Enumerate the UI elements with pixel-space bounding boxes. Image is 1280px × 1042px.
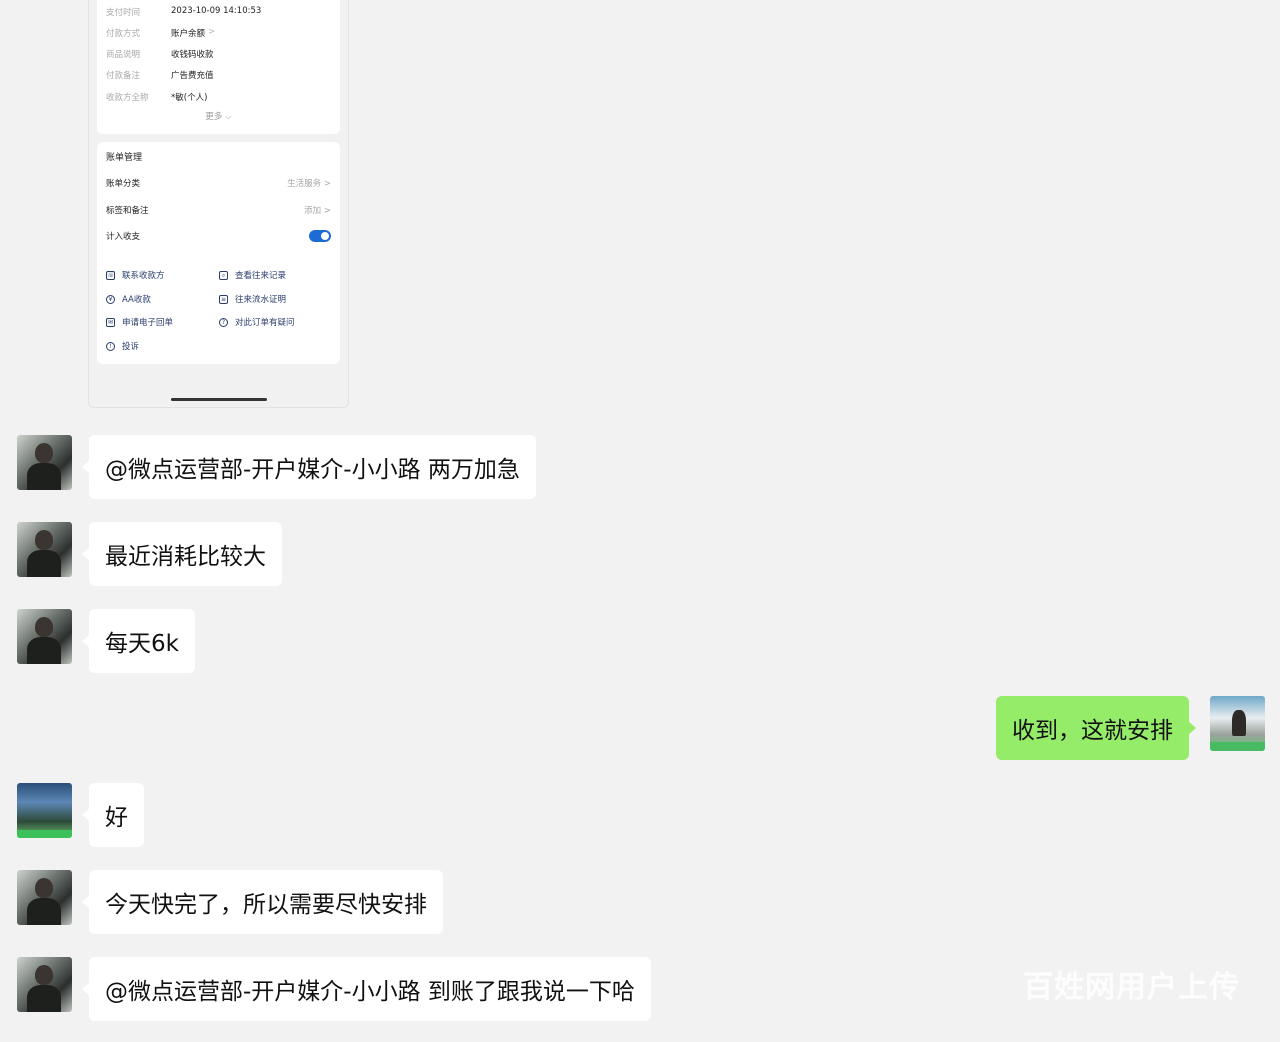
detail-key: 收款方全称 [106, 93, 149, 103]
message-bubble[interactable]: 今天快完了，所以需要尽快安排 [82, 870, 443, 934]
message-bubble[interactable]: @微点运营部-开户媒介-小小路 到账了跟我说一下哈 [82, 957, 651, 1021]
action-label: 申请电子回单 [122, 318, 174, 328]
action-label: 对此订单有疑问 [235, 318, 295, 328]
action-label: 投诉 [122, 342, 140, 352]
detail-row-payee: 收款方全称 *敏(个人) [106, 91, 207, 103]
avatar[interactable] [17, 870, 72, 925]
contact-icon: ☏ [106, 270, 115, 280]
detail-value: 2023-10-09 14:10:53 [171, 6, 262, 16]
message-bubble[interactable]: 好 [82, 783, 144, 847]
document-icon: ≡ [219, 294, 228, 304]
detail-value: 广告费充值 [171, 71, 214, 81]
history-icon: ⌕ [219, 270, 228, 280]
avatar-self[interactable] [1210, 696, 1265, 751]
detail-value: *敏(个人) [171, 93, 208, 103]
contact-payee-action[interactable]: ☏ 联系收款方 [106, 269, 165, 281]
detail-value: 收钱码收款 [171, 50, 214, 60]
count-in-budget-label: 计入收支 [106, 232, 141, 242]
receipt-screenshot[interactable]: 支付时间 2023-10-09 14:10:53 付款方式 账户余额 > 商品说… [88, 0, 349, 408]
message-bubble[interactable]: 最近消耗比较大 [82, 522, 282, 586]
payment-details-card: 支付时间 2023-10-09 14:10:53 付款方式 账户余额 > 商品说… [97, 0, 340, 134]
chevron-right-icon: > [208, 27, 216, 37]
bill-category-row[interactable]: 账单分类 生活服务 > [106, 177, 331, 189]
detail-value: 账户余额 [171, 29, 206, 39]
detail-key: 商品说明 [106, 50, 141, 60]
avatar[interactable] [17, 435, 72, 490]
bill-management-title: 账单管理 [106, 153, 143, 163]
detail-key: 支付时间 [106, 8, 141, 18]
bill-category-label: 账单分类 [106, 179, 141, 189]
tags-remarks-label: 标签和备注 [106, 206, 149, 216]
count-in-budget-toggle[interactable] [309, 230, 331, 242]
envelope-icon: ✉ [106, 317, 115, 327]
detail-row-remark: 付款备注 广告费充值 [106, 69, 214, 81]
message-bubble[interactable]: 每天6k [82, 609, 195, 673]
avatar[interactable] [17, 522, 72, 577]
detail-key: 付款方式 [106, 29, 141, 39]
action-label: 查看往来记录 [235, 271, 287, 281]
message-bubble-sent[interactable]: 收到，这就安排 [996, 696, 1196, 760]
action-label: AA收款 [122, 295, 151, 305]
home-indicator [171, 398, 267, 401]
count-in-budget-row: 计入收支 [106, 230, 331, 242]
tags-remarks-value: 添加 > [304, 206, 331, 216]
detail-row-pay-method: 付款方式 账户余额 > [106, 27, 215, 39]
tags-remarks-row[interactable]: 标签和备注 添加 > [106, 204, 331, 216]
bill-category-value: 生活服务 > [287, 179, 331, 189]
bill-management-card: 账单管理 账单分类 生活服务 > 标签和备注 添加 > 计入收支 ☏ 联系收款方… [97, 142, 340, 364]
avatar[interactable] [17, 957, 72, 1012]
flow-proof-action[interactable]: ≡ 往来流水证明 [219, 293, 286, 305]
detail-row-product: 商品说明 收钱码收款 [106, 48, 214, 60]
action-label: 联系收款方 [122, 271, 165, 281]
e-receipt-action[interactable]: ✉ 申请电子回单 [106, 316, 173, 328]
detail-key: 付款备注 [106, 71, 141, 81]
complain-action[interactable]: ! 投诉 [106, 340, 139, 352]
question-icon: ? [219, 317, 228, 327]
aa-icon: ¥ [106, 294, 115, 304]
avatar[interactable] [17, 783, 72, 838]
order-question-action[interactable]: ? 对此订单有疑问 [219, 316, 295, 328]
avatar[interactable] [17, 609, 72, 664]
watermark: 百姓网用户上传 [1023, 970, 1240, 1005]
alert-icon: ! [106, 341, 115, 351]
more-link[interactable]: 更多 ⌵ [97, 110, 340, 122]
detail-row-pay-time: 支付时间 2023-10-09 14:10:53 [106, 6, 261, 18]
action-label: 往来流水证明 [235, 295, 287, 305]
aa-collect-action[interactable]: ¥ AA收款 [106, 293, 151, 305]
message-bubble[interactable]: @微点运营部-开户媒介-小小路 两万加急 [82, 435, 536, 499]
view-history-action[interactable]: ⌕ 查看往来记录 [219, 269, 286, 281]
